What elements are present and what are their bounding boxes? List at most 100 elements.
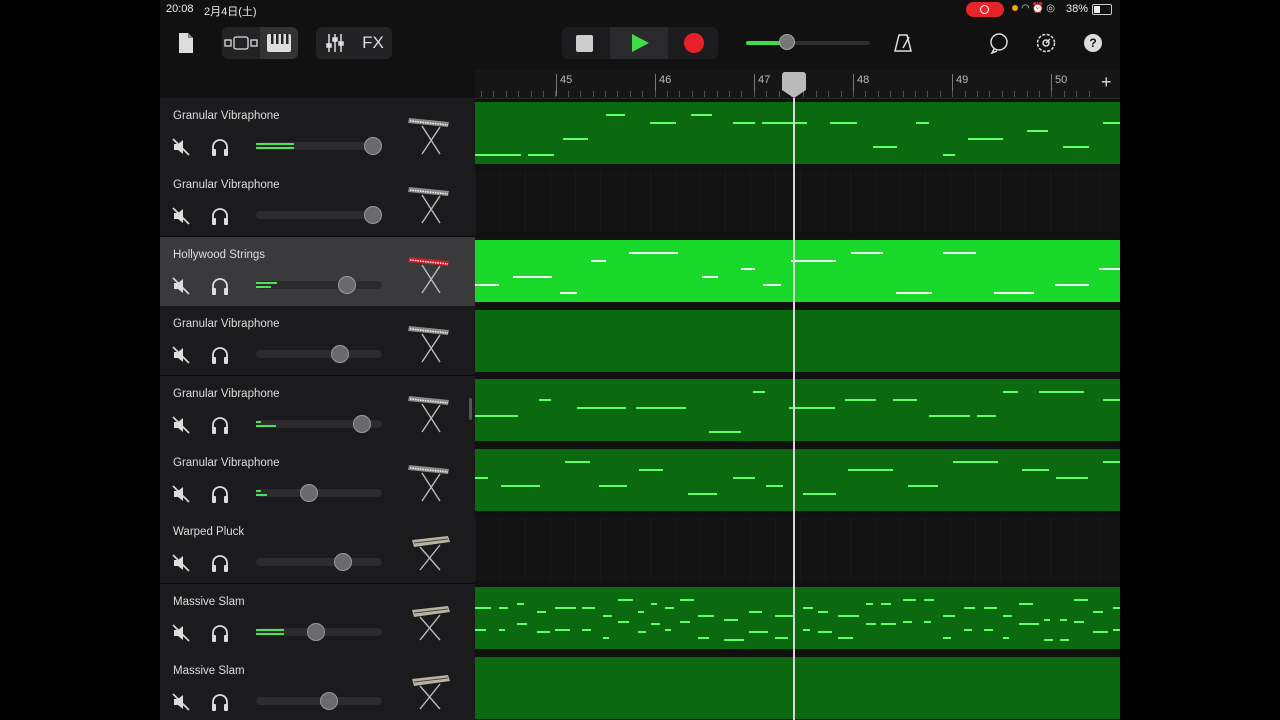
mute-icon[interactable] (172, 416, 190, 434)
instrument-icon[interactable] (406, 457, 454, 505)
play-button[interactable] (632, 34, 649, 52)
instrument-icon[interactable] (406, 526, 454, 574)
track-volume-knob[interactable] (338, 275, 356, 294)
midi-note (803, 629, 810, 632)
instrument-icon[interactable] (406, 318, 454, 366)
master-volume-slider[interactable] (746, 34, 870, 50)
track-header[interactable]: Granular Vibraphone (160, 375, 475, 446)
mute-icon[interactable] (172, 485, 190, 503)
track-header[interactable]: Granular Vibraphone (160, 98, 475, 168)
instrument-icon[interactable] (406, 110, 454, 158)
track-volume-slider[interactable] (256, 206, 382, 225)
ruler-sub-tick (965, 91, 966, 97)
piano-keyboard-icon[interactable] (260, 27, 298, 59)
track-volume-slider[interactable] (256, 414, 382, 433)
midi-region[interactable] (475, 448, 1120, 511)
headphones-icon[interactable] (210, 276, 230, 296)
track-volume-slider[interactable] (256, 553, 382, 572)
instrument-icon[interactable] (406, 596, 454, 644)
level-meter-bar (256, 494, 267, 496)
empty-track-lane[interactable] (475, 170, 1120, 233)
midi-note (838, 615, 859, 618)
track-header[interactable]: Granular Vibraphone (160, 306, 475, 377)
track-header[interactable]: Massive Slam (160, 653, 475, 720)
midi-region[interactable] (475, 587, 1120, 650)
mute-icon[interactable] (172, 138, 190, 156)
level-meter-bar (256, 490, 261, 492)
headphones-icon[interactable] (210, 553, 230, 573)
track-header[interactable]: Massive Slam (160, 583, 475, 654)
track-volume-slider[interactable] (256, 137, 382, 155)
track-volume-knob[interactable] (331, 345, 349, 364)
settings-icon[interactable] (1033, 27, 1059, 59)
track-header[interactable]: Warped Pluck (160, 514, 475, 585)
instrument-icon[interactable] (406, 388, 454, 436)
midi-note (501, 484, 540, 487)
record-button[interactable] (684, 33, 704, 53)
track-volume-slider[interactable] (256, 484, 382, 502)
track-header-resize-handle[interactable] (469, 398, 472, 420)
track-volume-slider[interactable] (256, 345, 382, 364)
track-header[interactable]: Granular Vibraphone (160, 167, 475, 238)
midi-note (1060, 639, 1069, 642)
midi-note (924, 599, 934, 602)
document-icon[interactable] (174, 27, 198, 59)
headphones-icon[interactable] (210, 623, 230, 643)
instrument-icon[interactable] (406, 249, 454, 297)
stop-button[interactable] (576, 35, 593, 52)
instrument-icon[interactable] (406, 665, 454, 713)
track-volume-slider[interactable] (256, 692, 382, 711)
headphones-icon[interactable] (210, 206, 230, 226)
track-volume-knob[interactable] (353, 414, 371, 433)
headphones-icon[interactable] (210, 484, 230, 504)
midi-note (639, 468, 663, 471)
midi-note (848, 468, 893, 471)
tracks-view-icon[interactable] (222, 27, 260, 59)
track-volume-knob[interactable] (334, 553, 352, 572)
mixer-icon[interactable] (316, 27, 354, 59)
mute-icon[interactable] (172, 624, 190, 642)
track-header[interactable]: Granular Vibraphone (160, 445, 475, 515)
track-volume-slider[interactable] (256, 275, 382, 294)
track-volume-knob[interactable] (320, 692, 338, 711)
midi-region[interactable] (475, 240, 1120, 303)
midi-note (1027, 129, 1048, 132)
mute-icon[interactable] (172, 693, 190, 711)
track-header[interactable]: Hollywood Strings (160, 236, 475, 307)
empty-track-lane[interactable] (475, 517, 1120, 580)
headphones-icon[interactable] (210, 137, 230, 157)
headphones-icon[interactable] (210, 692, 230, 712)
headphones-icon[interactable] (210, 415, 230, 435)
metronome-icon[interactable] (890, 27, 916, 59)
mute-icon[interactable] (172, 346, 190, 364)
playhead-handle[interactable] (781, 72, 806, 98)
fx-button[interactable]: FX (354, 27, 392, 59)
track-volume-slider[interactable] (256, 622, 382, 641)
midi-region[interactable] (475, 656, 1120, 719)
track-volume-knob[interactable] (300, 484, 318, 502)
instrument-icon[interactable] (406, 179, 454, 227)
ruler-sub-tick (506, 91, 507, 97)
add-section-button[interactable]: + (1101, 72, 1112, 93)
help-button[interactable]: ? (1080, 27, 1106, 59)
track-volume-knob[interactable] (364, 206, 382, 225)
screen-recording-icon[interactable] (966, 2, 1004, 17)
mute-icon[interactable] (172, 554, 190, 572)
level-meter-bar (256, 424, 276, 427)
ruler-sub-tick (828, 91, 829, 97)
mute-icon[interactable] (172, 207, 190, 225)
wifi-icon: ◠ (1021, 3, 1032, 14)
midi-region[interactable] (475, 309, 1120, 372)
midi-region[interactable] (475, 379, 1120, 442)
midi-note (475, 153, 521, 156)
track-volume-knob[interactable] (364, 137, 382, 155)
midi-note (803, 607, 813, 610)
master-volume-knob[interactable] (779, 34, 795, 50)
mute-icon[interactable] (172, 277, 190, 295)
loop-browser-icon[interactable] (986, 27, 1012, 59)
track-volume-knob[interactable] (307, 622, 325, 641)
midi-note (555, 607, 576, 610)
midi-note (724, 639, 744, 642)
headphones-icon[interactable] (210, 345, 230, 365)
midi-region[interactable] (475, 101, 1120, 164)
